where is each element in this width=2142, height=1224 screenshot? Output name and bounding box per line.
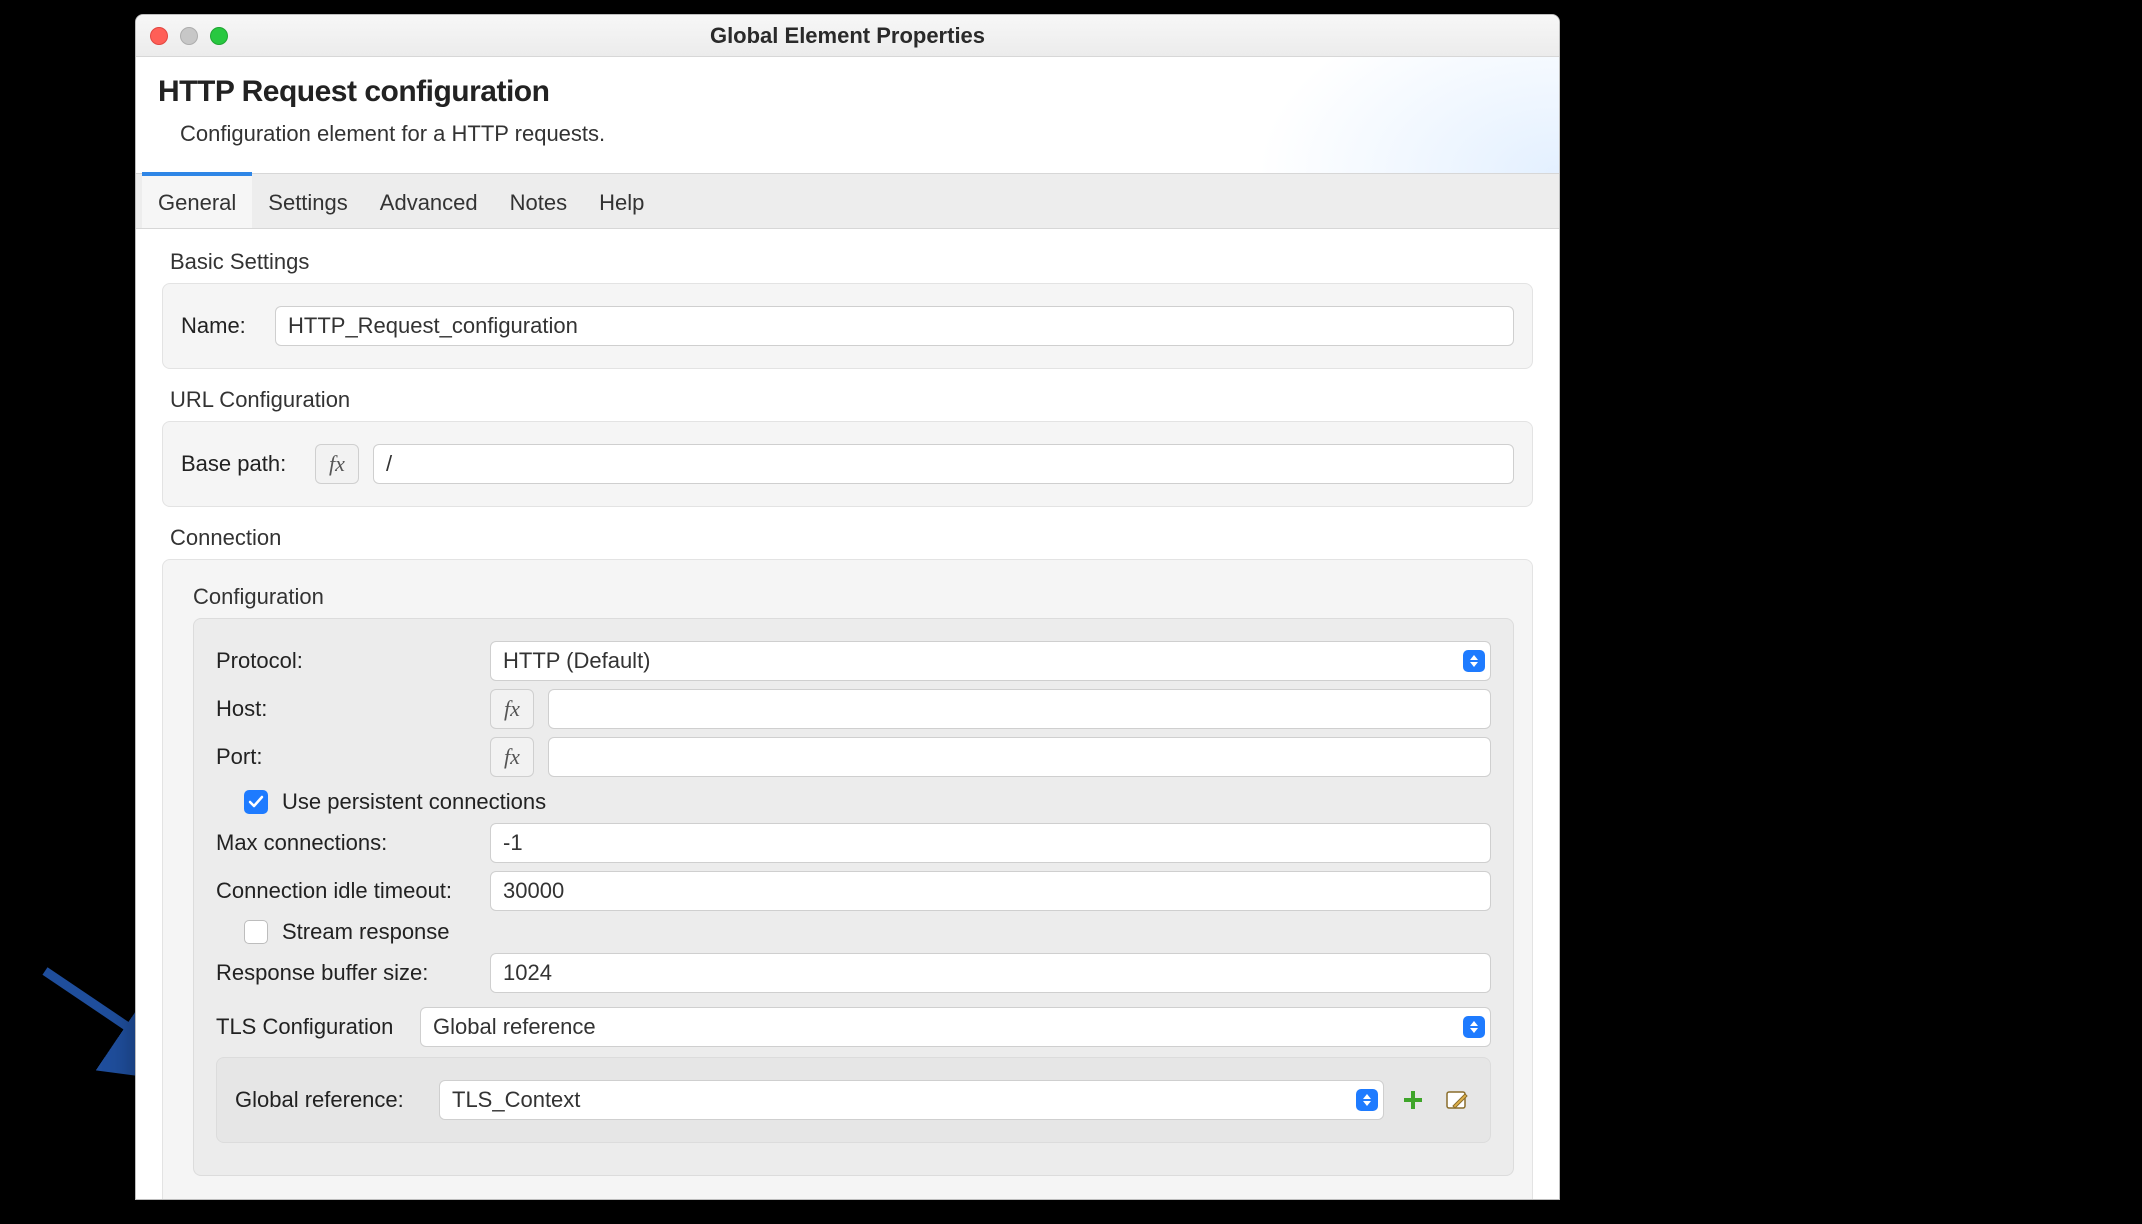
window-controls xyxy=(150,27,228,45)
global-reference-label: Global reference: xyxy=(235,1087,425,1113)
section-connection: Connection xyxy=(170,525,1533,551)
group-global-reference: Global reference: xyxy=(216,1057,1491,1143)
add-button[interactable] xyxy=(1398,1085,1428,1115)
idle-timeout-input[interactable] xyxy=(490,871,1491,911)
use-persistent-checkbox[interactable] xyxy=(244,790,268,814)
tab-advanced[interactable]: Advanced xyxy=(364,172,494,228)
header-block: HTTP Request configuration Configuration… xyxy=(136,57,1559,173)
tabbar: General Settings Advanced Notes Help xyxy=(136,173,1559,229)
page-subtitle: Configuration element for a HTTP request… xyxy=(180,121,1537,147)
port-input[interactable] xyxy=(548,737,1491,777)
edit-icon xyxy=(1445,1088,1469,1112)
page-title: HTTP Request configuration xyxy=(158,75,1537,109)
tab-help[interactable]: Help xyxy=(583,172,660,228)
protocol-select[interactable] xyxy=(490,641,1491,681)
stream-response-label: Stream response xyxy=(282,919,450,945)
global-reference-select[interactable] xyxy=(439,1080,1384,1120)
response-buffer-label: Response buffer size: xyxy=(216,960,476,986)
basepath-label: Base path: xyxy=(181,451,301,477)
group-url-config: Base path: fx xyxy=(162,421,1533,507)
fx-icon[interactable]: fx xyxy=(490,689,534,729)
tab-general[interactable]: General xyxy=(142,172,252,228)
maximize-icon[interactable] xyxy=(210,27,228,45)
idle-timeout-label: Connection idle timeout: xyxy=(216,878,476,904)
fx-icon[interactable]: fx xyxy=(315,444,359,484)
edit-button[interactable] xyxy=(1442,1085,1472,1115)
host-input[interactable] xyxy=(548,689,1491,729)
window-title: Global Element Properties xyxy=(136,23,1559,49)
dialog-window: Global Element Properties HTTP Request c… xyxy=(135,14,1560,1200)
tls-mode-select[interactable] xyxy=(420,1007,1491,1047)
group-basic-settings: Name: xyxy=(162,283,1533,369)
stream-response-checkbox[interactable] xyxy=(244,920,268,944)
close-icon[interactable] xyxy=(150,27,168,45)
check-icon xyxy=(248,794,264,810)
max-connections-input[interactable] xyxy=(490,823,1491,863)
titlebar: Global Element Properties xyxy=(136,15,1559,57)
port-label: Port: xyxy=(216,744,476,770)
group-connection: Configuration Protocol: Host: fx xyxy=(162,559,1533,1200)
plus-icon xyxy=(1401,1088,1425,1112)
minimize-icon[interactable] xyxy=(180,27,198,45)
name-label: Name: xyxy=(181,313,261,339)
use-persistent-label: Use persistent connections xyxy=(282,789,546,815)
group-configuration: Protocol: Host: fx Port: fx xyxy=(193,618,1514,1176)
tab-notes[interactable]: Notes xyxy=(494,172,583,228)
protocol-label: Protocol: xyxy=(216,648,476,674)
section-url-config: URL Configuration xyxy=(170,387,1533,413)
name-input[interactable] xyxy=(275,306,1514,346)
section-basic-settings: Basic Settings xyxy=(170,249,1533,275)
response-buffer-input[interactable] xyxy=(490,953,1491,993)
section-configuration: Configuration xyxy=(193,584,1514,610)
max-connections-label: Max connections: xyxy=(216,830,476,856)
tls-config-label: TLS Configuration xyxy=(216,1014,406,1040)
host-label: Host: xyxy=(216,696,476,722)
tab-settings[interactable]: Settings xyxy=(252,172,364,228)
basepath-input[interactable] xyxy=(373,444,1514,484)
fx-icon[interactable]: fx xyxy=(490,737,534,777)
panel: Basic Settings Name: URL Configuration B… xyxy=(136,229,1559,1200)
